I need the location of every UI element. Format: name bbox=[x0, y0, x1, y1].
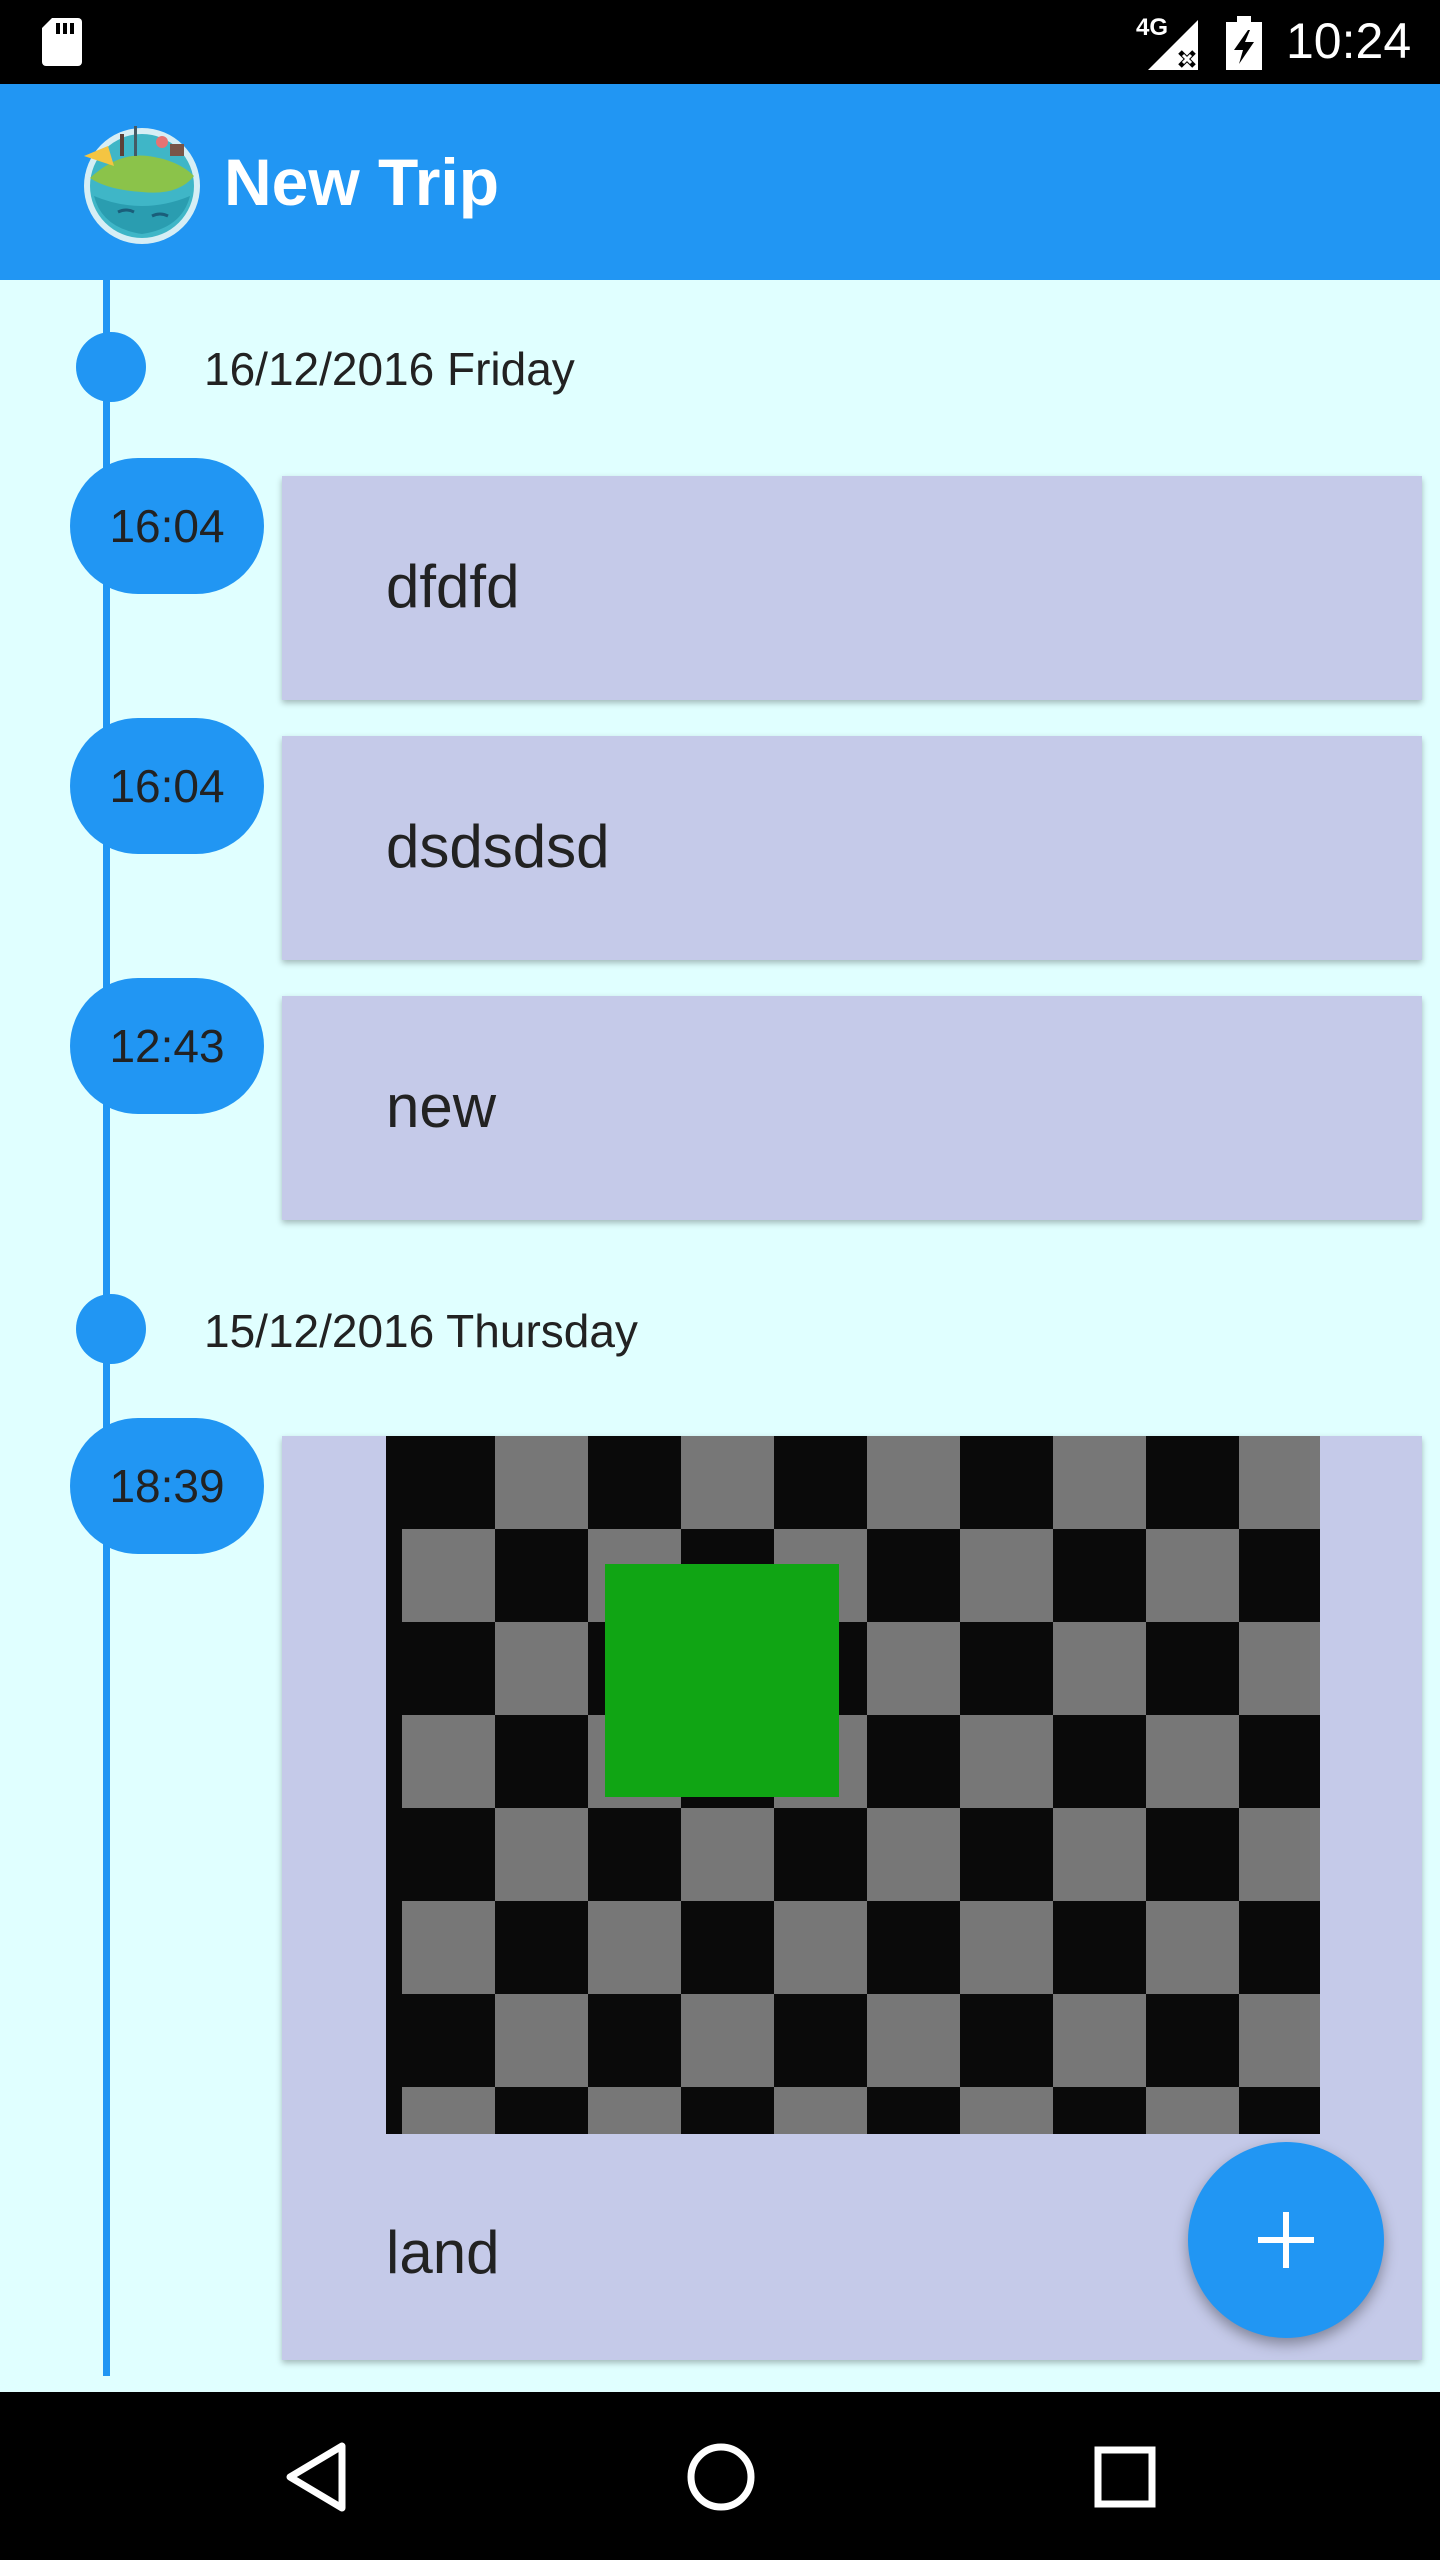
system-navigation-bar bbox=[0, 2392, 1440, 2560]
back-icon[interactable] bbox=[272, 2432, 362, 2522]
entry-text: new bbox=[386, 1073, 497, 1140]
home-icon[interactable] bbox=[676, 2432, 766, 2522]
time-label: 12:43 bbox=[109, 1020, 225, 1072]
recents-icon[interactable] bbox=[1080, 2432, 1170, 2522]
entry-text: dfdfd bbox=[386, 553, 520, 620]
page-title: New Trip bbox=[224, 145, 500, 219]
entry-image[interactable] bbox=[386, 1436, 1320, 2134]
timeline-list[interactable]: 16/12/2016 Friday 16:04 dfdfd 16:04 dsds… bbox=[0, 280, 1440, 2392]
add-entry-button[interactable] bbox=[1188, 2142, 1384, 2338]
date-marker bbox=[76, 1294, 146, 1364]
time-badge: 12:43 bbox=[70, 978, 264, 1114]
status-clock: 10:24 bbox=[1286, 13, 1412, 69]
battery-icon bbox=[1226, 16, 1262, 70]
time-label: 18:39 bbox=[109, 1460, 225, 1512]
entry-text: dsdsdsd bbox=[386, 813, 610, 880]
sd-card-icon bbox=[42, 18, 82, 66]
time-badge: 16:04 bbox=[70, 718, 264, 854]
signal-icon bbox=[1148, 20, 1198, 70]
entry-text: land bbox=[386, 2219, 500, 2286]
app-bar: New Trip bbox=[0, 84, 1440, 280]
time-label: 16:04 bbox=[109, 760, 225, 812]
date-header: 15/12/2016 Thursday bbox=[204, 1305, 638, 1357]
app-logo-icon bbox=[84, 126, 200, 244]
entry-card[interactable]: dsdsdsd bbox=[282, 736, 1422, 960]
status-bar: 4G 10:24 bbox=[0, 0, 1440, 84]
time-label: 16:04 bbox=[109, 500, 225, 552]
plus-icon bbox=[1258, 2212, 1314, 2268]
entry-card[interactable]: new bbox=[282, 996, 1422, 1220]
date-header: 16/12/2016 Friday bbox=[204, 343, 575, 395]
time-badge: 16:04 bbox=[70, 458, 264, 594]
entry-card[interactable]: dfdfd bbox=[282, 476, 1422, 700]
time-badge: 18:39 bbox=[70, 1418, 264, 1554]
date-marker bbox=[76, 332, 146, 402]
